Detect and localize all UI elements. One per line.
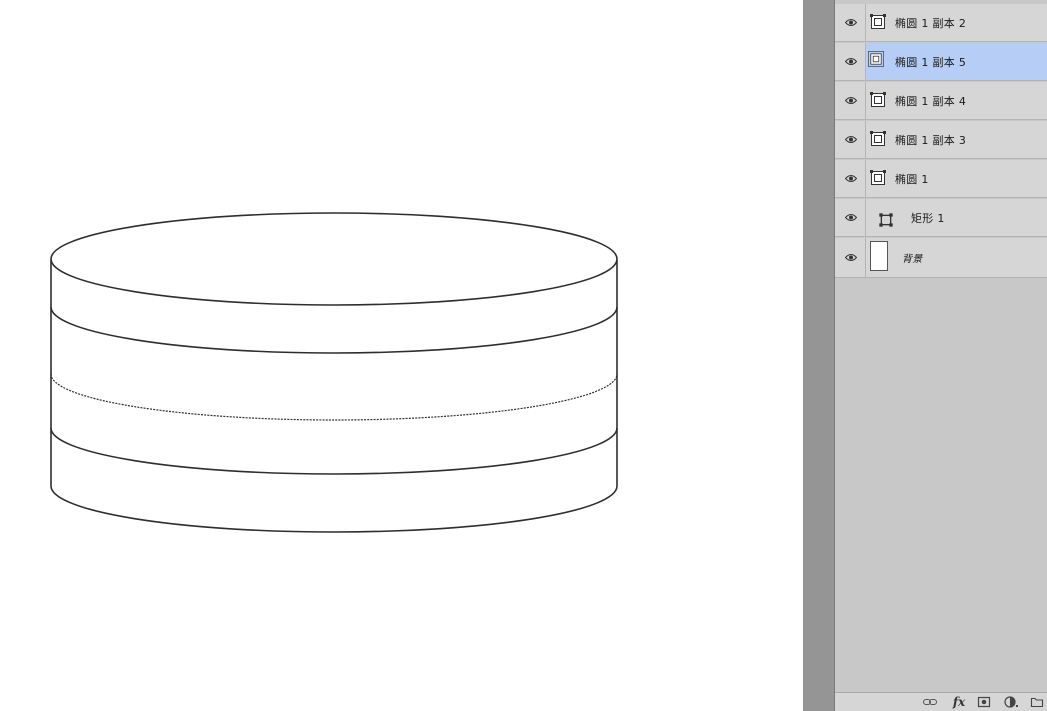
layer-row-main[interactable]: 椭圆 1 副本 2 [866, 4, 1047, 41]
layer-row-background[interactable]: 背景 [835, 238, 1047, 278]
panel-gutter [803, 0, 835, 711]
eye-icon [845, 19, 857, 26]
document-canvas[interactable] [0, 0, 803, 711]
vector-mask-icon [870, 131, 886, 146]
layer-name: 椭圆 1 副本 2 [895, 17, 967, 30]
background-thumbnail [870, 241, 888, 271]
add-mask-button[interactable] [977, 695, 991, 709]
band-curve-1 [50, 306, 618, 354]
layer-visibility-toggle[interactable] [835, 82, 866, 120]
layer-visibility-toggle[interactable] [835, 121, 866, 159]
layer-visibility-toggle[interactable] [835, 160, 866, 198]
eye-icon [845, 175, 857, 182]
layer-name: 背景 [902, 254, 923, 265]
path-rect-icon [879, 213, 893, 227]
cylinder-drawing [50, 212, 618, 533]
folder-icon [1030, 697, 1044, 708]
top-ellipse [50, 212, 618, 306]
layer-style-button[interactable]: fx [949, 695, 969, 709]
eye-icon [845, 214, 857, 221]
eye-icon [845, 136, 857, 143]
layer-name: 矩形 1 [911, 212, 945, 225]
layer-row-main[interactable]: 椭圆 1 副本 4 [866, 82, 1047, 119]
new-group-button[interactable] [1029, 695, 1045, 709]
layer-visibility-toggle[interactable] [835, 238, 866, 278]
layer-row-main[interactable]: 椭圆 1 [866, 160, 1047, 197]
layer-row[interactable]: 椭圆 1 副本 4 [835, 82, 1047, 120]
add-mask-icon [977, 696, 991, 708]
bottom-curve [50, 485, 618, 533]
vector-mask-icon [870, 92, 886, 107]
layer-row-main[interactable]: 矩形 1 [866, 199, 1047, 236]
link-layers-button[interactable] [922, 695, 938, 709]
layer-row-main[interactable]: 背景 [866, 238, 1047, 277]
vector-mask-icon [868, 51, 884, 67]
layers-panel: 椭圆 1 副本 2 椭圆 1 副本 5 椭圆 1 副本 4 椭圆 1 副本 3 … [835, 0, 1047, 711]
band-curve-2 [50, 373, 618, 421]
vector-mask-icon [870, 14, 886, 29]
layer-row[interactable]: 椭圆 1 副本 3 [835, 121, 1047, 159]
layer-visibility-toggle[interactable] [835, 199, 866, 237]
layer-name: 椭圆 1 副本 3 [895, 134, 967, 147]
layer-visibility-toggle[interactable] [835, 4, 866, 42]
fx-icon: fx [952, 695, 966, 709]
layer-row[interactable]: 椭圆 1 [835, 160, 1047, 198]
eye-icon [845, 58, 857, 65]
vector-mask-icon [870, 170, 886, 185]
link-icon [923, 699, 937, 705]
band-curve-3 [50, 427, 618, 475]
adjustment-layer-button[interactable] [1003, 695, 1019, 709]
layers-bottom-toolbar: fx [835, 692, 1047, 711]
layer-name: 椭圆 1 [895, 173, 929, 186]
layer-row[interactable]: 椭圆 1 副本 2 [835, 4, 1047, 42]
eye-icon [845, 97, 857, 104]
layer-visibility-toggle[interactable] [835, 43, 866, 81]
adjustment-layer-icon [1004, 696, 1018, 708]
layer-row-main[interactable]: 椭圆 1 副本 3 [866, 121, 1047, 158]
layer-row[interactable]: 矩形 1 [835, 199, 1047, 237]
layer-name: 椭圆 1 副本 5 [895, 56, 967, 69]
layer-name: 椭圆 1 副本 4 [895, 95, 967, 108]
layer-row-main[interactable]: 椭圆 1 副本 5 [866, 43, 1047, 80]
photoshop-workspace: 椭圆 1 副本 2 椭圆 1 副本 5 椭圆 1 副本 4 椭圆 1 副本 3 … [0, 0, 1047, 711]
layer-row-selected[interactable]: 椭圆 1 副本 5 [835, 43, 1047, 81]
eye-icon [845, 254, 857, 261]
